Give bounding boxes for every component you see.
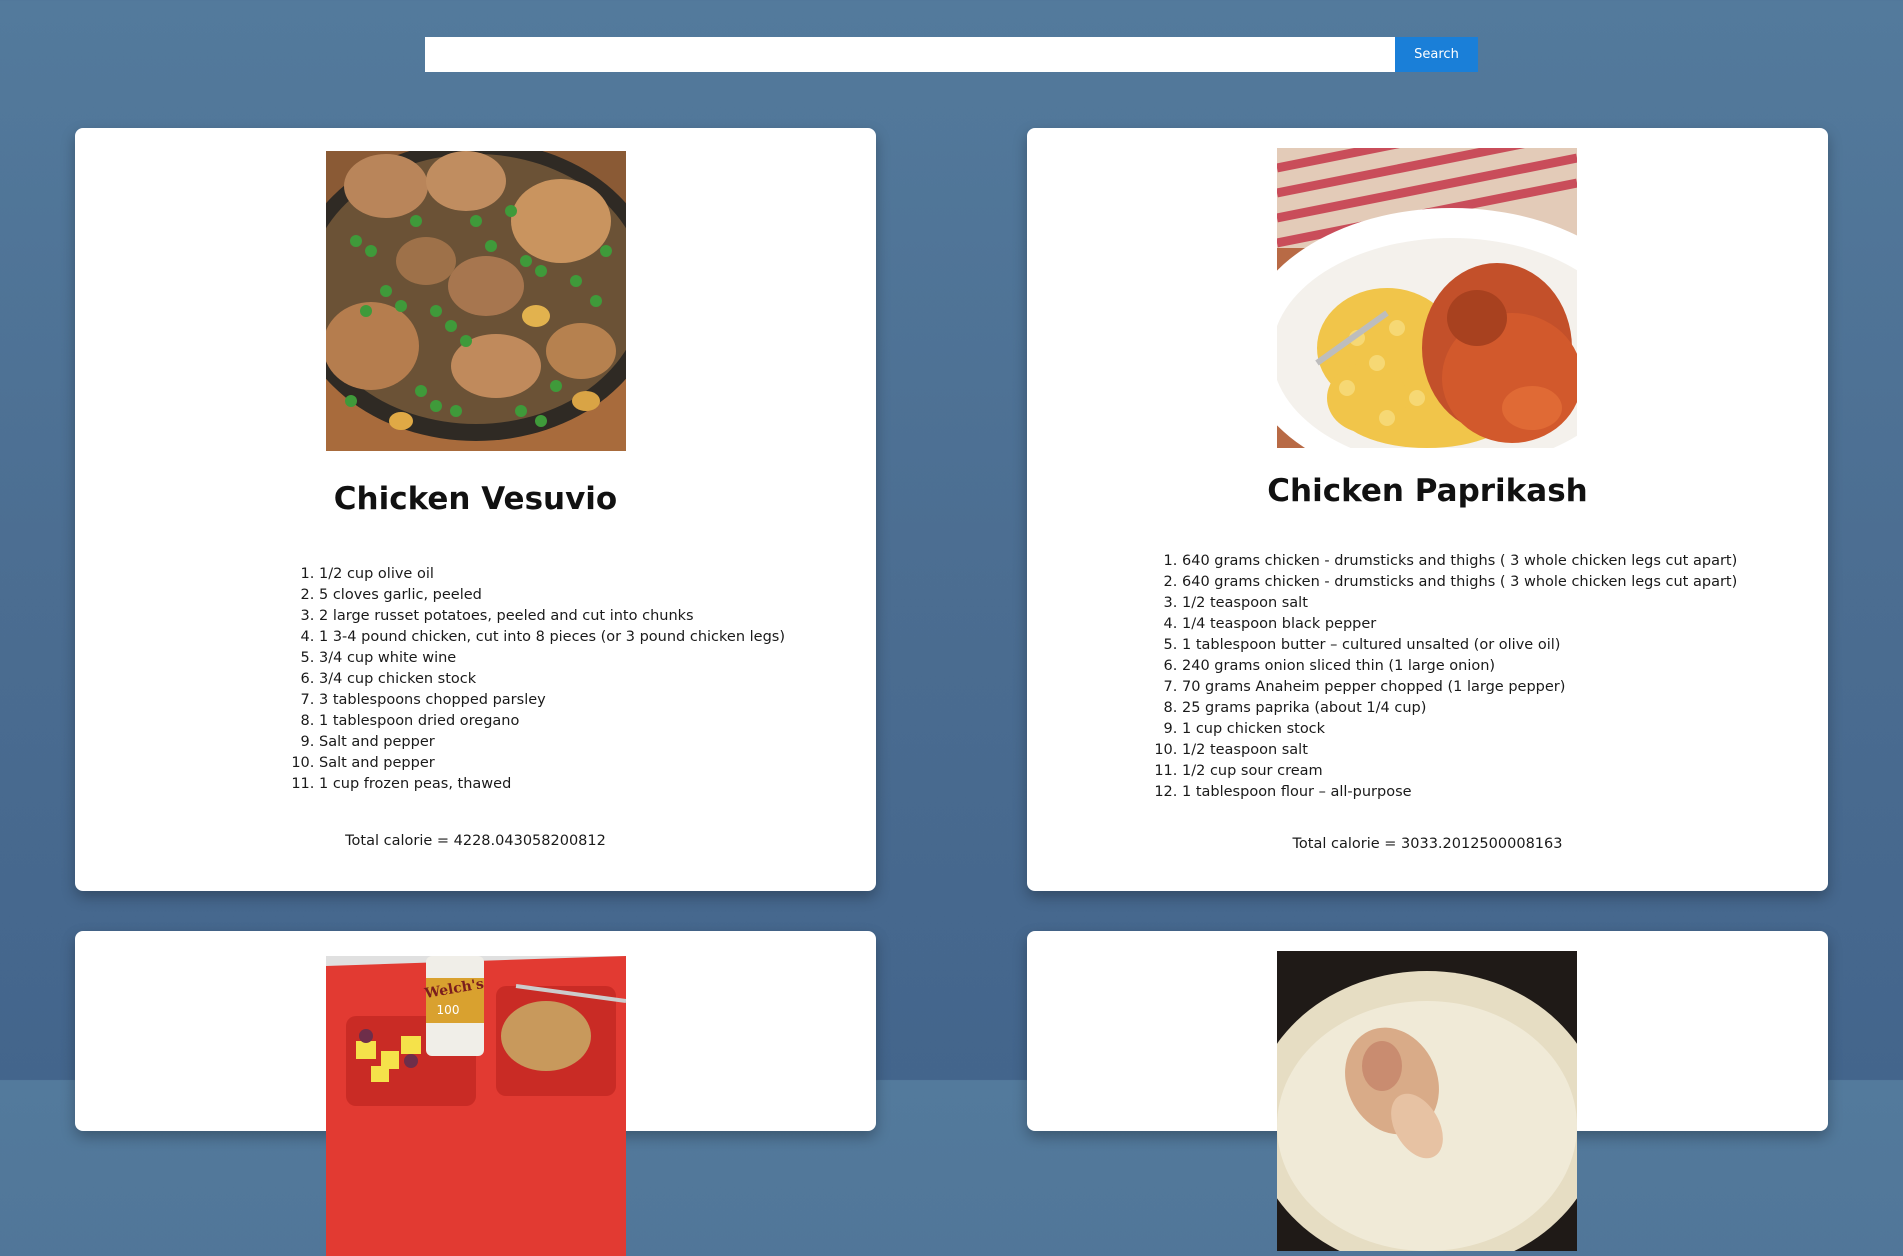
ingredient-item: 1/2 cup olive oil bbox=[319, 564, 859, 585]
ingredient-item: 25 grams paprika (about 1/4 cup) bbox=[1182, 698, 1782, 719]
ingredient-item: Salt and pepper bbox=[319, 732, 859, 753]
ingredient-item: 2 large russet potatoes, peeled and cut … bbox=[319, 606, 859, 627]
ingredient-item: 1 tablespoon dried oregano bbox=[319, 711, 859, 732]
recipe-image bbox=[1277, 951, 1577, 1251]
ingredient-item: 1 3-4 pound chicken, cut into 8 pieces (… bbox=[319, 627, 859, 648]
ingredient-item: 1/2 teaspoon salt bbox=[1182, 740, 1782, 761]
total-calorie: Total calorie = 4228.043058200812 bbox=[345, 833, 606, 849]
ingredient-item: 1/2 teaspoon salt bbox=[1182, 593, 1782, 614]
ingredient-item: 3/4 cup white wine bbox=[319, 648, 859, 669]
ingredient-item: 1 tablespoon flour – all-purpose bbox=[1182, 782, 1782, 803]
ingredient-item: 1 cup chicken stock bbox=[1182, 719, 1782, 740]
ingredient-item: 640 grams chicken - drumsticks and thigh… bbox=[1182, 551, 1782, 572]
ingredient-item: 1 cup frozen peas, thawed bbox=[319, 774, 859, 795]
search-bar: Search bbox=[425, 37, 1478, 72]
ingredient-list: 1/2 cup olive oil 5 cloves garlic, peele… bbox=[293, 564, 859, 795]
ingredient-item: 3/4 cup chicken stock bbox=[319, 669, 859, 690]
search-button[interactable]: Search bbox=[1395, 37, 1478, 72]
total-calorie: Total calorie = 3033.2012500008163 bbox=[1292, 836, 1563, 852]
ingredient-item: 1/2 cup sour cream bbox=[1182, 761, 1782, 782]
recipe-image bbox=[326, 151, 626, 451]
recipe-title: Chicken Vesuvio bbox=[333, 481, 618, 517]
recipe-image: Welch's 100 bbox=[326, 956, 626, 1256]
ingredient-item: 640 grams chicken - drumsticks and thigh… bbox=[1182, 572, 1782, 593]
ingredient-item: Salt and pepper bbox=[319, 753, 859, 774]
svg-text:100: 100 bbox=[437, 1003, 460, 1017]
recipe-card: Chicken Vesuvio 1/2 cup olive oil 5 clov… bbox=[75, 128, 876, 891]
ingredient-item: 5 cloves garlic, peeled bbox=[319, 585, 859, 606]
recipe-card: Welch's 100 bbox=[75, 931, 876, 1256]
ingredient-item: 1/4 teaspoon black pepper bbox=[1182, 614, 1782, 635]
recipe-card: Chicken Paprikash 640 grams chicken - dr… bbox=[1027, 128, 1828, 891]
recipe-image bbox=[1277, 148, 1577, 448]
search-input[interactable] bbox=[425, 37, 1395, 72]
ingredient-item: 1 tablespoon butter – cultured unsalted … bbox=[1182, 635, 1782, 656]
ingredient-item: 70 grams Anaheim pepper chopped (1 large… bbox=[1182, 677, 1782, 698]
ingredient-list: 640 grams chicken - drumsticks and thigh… bbox=[1156, 551, 1782, 803]
recipe-title: Chicken Paprikash bbox=[1267, 473, 1588, 509]
recipe-card bbox=[1027, 931, 1828, 1251]
ingredient-item: 3 tablespoons chopped parsley bbox=[319, 690, 859, 711]
ingredient-item: 240 grams onion sliced thin (1 large oni… bbox=[1182, 656, 1782, 677]
